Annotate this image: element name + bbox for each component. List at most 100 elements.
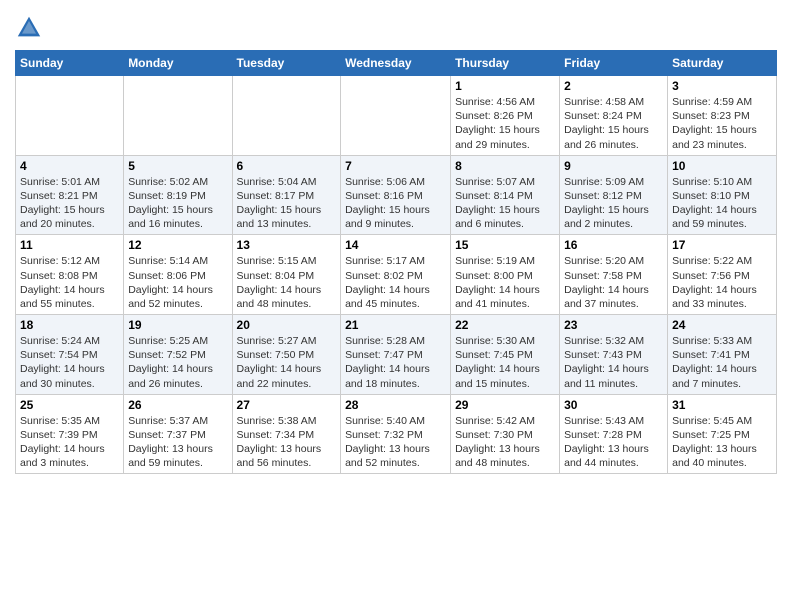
day-info: Sunrise: 5:10 AM Sunset: 8:10 PM Dayligh… [672, 175, 772, 232]
calendar-cell: 16Sunrise: 5:20 AM Sunset: 7:58 PM Dayli… [560, 235, 668, 315]
calendar-cell: 23 Sunrise: 5:32 AM Sunset: 7:43 PM Dayli… [560, 315, 668, 395]
calendar-cell: 2 Sunrise: 4:58 AM Sunset: 8:24 PM Daylig… [560, 76, 668, 156]
logo [15, 14, 47, 42]
page-header [15, 10, 777, 42]
calendar-cell: 26 Sunrise: 5:37 AM Sunset: 7:37 PM Dayli… [124, 394, 232, 474]
calendar-cell: 1Sunrise: 4:56 AM Sunset: 8:26 PM Daylig… [451, 76, 560, 156]
day-info: Sunrise: 5:37 AM Sunset: 7:37 PM Dayligh… [128, 414, 227, 471]
day-info: Sunrise: 5:19 AM Sunset: 8:00 PM Dayligh… [455, 254, 555, 311]
day-info: Sunrise: 5:45 AM Sunset: 7:25 PM Dayligh… [672, 414, 772, 471]
day-number: 14 [345, 238, 446, 252]
calendar-cell: 17 Sunrise: 5:22 AM Sunset: 7:56 PM Dayli… [668, 235, 777, 315]
calendar-cell: 10 Sunrise: 5:10 AM Sunset: 8:10 PM Dayli… [668, 155, 777, 235]
calendar-cell: 7 Sunrise: 5:06 AM Sunset: 8:16 PM Daylig… [341, 155, 451, 235]
calendar-cell: 14 Sunrise: 5:17 AM Sunset: 8:02 PM Dayli… [341, 235, 451, 315]
calendar-cell: 21Sunrise: 5:28 AM Sunset: 7:47 PM Dayli… [341, 315, 451, 395]
day-header-saturday: Saturday [668, 51, 777, 76]
day-info: Sunrise: 5:01 AM Sunset: 8:21 PM Dayligh… [20, 175, 119, 232]
day-info: Sunrise: 5:07 AM Sunset: 8:14 PM Dayligh… [455, 175, 555, 232]
day-number: 17 [672, 238, 772, 252]
day-info: Sunrise: 5:04 AM Sunset: 8:17 PM Dayligh… [237, 175, 337, 232]
calendar-cell: 31 Sunrise: 5:45 AM Sunset: 7:25 PM Dayli… [668, 394, 777, 474]
day-number: 22 [455, 318, 555, 332]
day-info: Sunrise: 5:30 AM Sunset: 7:45 PM Dayligh… [455, 334, 555, 391]
day-number: 24 [672, 318, 772, 332]
day-number: 2 [564, 79, 663, 93]
calendar-week-row: 4 Sunrise: 5:01 AM Sunset: 8:21 PM Daylig… [16, 155, 777, 235]
day-number: 13 [237, 238, 337, 252]
day-header-tuesday: Tuesday [232, 51, 341, 76]
day-header-friday: Friday [560, 51, 668, 76]
calendar-week-row: 25 Sunrise: 5:35 AM Sunset: 7:39 PM Dayli… [16, 394, 777, 474]
calendar-cell: 5 Sunrise: 5:02 AM Sunset: 8:19 PM Daylig… [124, 155, 232, 235]
calendar-cell: 22 Sunrise: 5:30 AM Sunset: 7:45 PM Dayli… [451, 315, 560, 395]
calendar-cell: 6 Sunrise: 5:04 AM Sunset: 8:17 PM Daylig… [232, 155, 341, 235]
calendar-cell: 28 Sunrise: 5:40 AM Sunset: 7:32 PM Dayli… [341, 394, 451, 474]
day-number: 31 [672, 398, 772, 412]
day-info: Sunrise: 5:20 AM Sunset: 7:58 PM Dayligh… [564, 254, 663, 311]
calendar-cell: 19Sunrise: 5:25 AM Sunset: 7:52 PM Dayli… [124, 315, 232, 395]
day-info: Sunrise: 5:02 AM Sunset: 8:19 PM Dayligh… [128, 175, 227, 232]
calendar-cell: 25 Sunrise: 5:35 AM Sunset: 7:39 PM Dayli… [16, 394, 124, 474]
day-info: Sunrise: 5:15 AM Sunset: 8:04 PM Dayligh… [237, 254, 337, 311]
calendar-cell: 11 Sunrise: 5:12 AM Sunset: 8:08 PM Dayli… [16, 235, 124, 315]
day-header-thursday: Thursday [451, 51, 560, 76]
day-number: 30 [564, 398, 663, 412]
day-info: Sunrise: 4:58 AM Sunset: 8:24 PM Dayligh… [564, 95, 663, 152]
day-info: Sunrise: 5:32 AM Sunset: 7:43 PM Dayligh… [564, 334, 663, 391]
calendar-cell [16, 76, 124, 156]
day-number: 20 [237, 318, 337, 332]
day-number: 8 [455, 159, 555, 173]
day-number: 21 [345, 318, 446, 332]
day-header-monday: Monday [124, 51, 232, 76]
day-info: Sunrise: 5:35 AM Sunset: 7:39 PM Dayligh… [20, 414, 119, 471]
day-info: Sunrise: 5:22 AM Sunset: 7:56 PM Dayligh… [672, 254, 772, 311]
calendar-cell: 15 Sunrise: 5:19 AM Sunset: 8:00 PM Dayli… [451, 235, 560, 315]
day-info: Sunrise: 5:33 AM Sunset: 7:41 PM Dayligh… [672, 334, 772, 391]
calendar-cell [232, 76, 341, 156]
day-info: Sunrise: 5:42 AM Sunset: 7:30 PM Dayligh… [455, 414, 555, 471]
day-number: 1 [455, 79, 555, 93]
day-number: 12 [128, 238, 227, 252]
day-header-wednesday: Wednesday [341, 51, 451, 76]
logo-icon [15, 14, 43, 42]
day-number: 4 [20, 159, 119, 173]
day-info: Sunrise: 5:38 AM Sunset: 7:34 PM Dayligh… [237, 414, 337, 471]
day-info: Sunrise: 5:14 AM Sunset: 8:06 PM Dayligh… [128, 254, 227, 311]
day-number: 9 [564, 159, 663, 173]
day-number: 10 [672, 159, 772, 173]
calendar-cell: 29 Sunrise: 5:42 AM Sunset: 7:30 PM Dayli… [451, 394, 560, 474]
day-info: Sunrise: 5:40 AM Sunset: 7:32 PM Dayligh… [345, 414, 446, 471]
day-info: Sunrise: 5:17 AM Sunset: 8:02 PM Dayligh… [345, 254, 446, 311]
calendar-week-row: 18 Sunrise: 5:24 AM Sunset: 7:54 PM Dayli… [16, 315, 777, 395]
day-info: Sunrise: 4:59 AM Sunset: 8:23 PM Dayligh… [672, 95, 772, 152]
day-info: Sunrise: 5:43 AM Sunset: 7:28 PM Dayligh… [564, 414, 663, 471]
day-number: 15 [455, 238, 555, 252]
day-number: 23 [564, 318, 663, 332]
day-number: 11 [20, 238, 119, 252]
day-info: Sunrise: 5:24 AM Sunset: 7:54 PM Dayligh… [20, 334, 119, 391]
calendar-cell: 4 Sunrise: 5:01 AM Sunset: 8:21 PM Daylig… [16, 155, 124, 235]
calendar-table: SundayMondayTuesdayWednesdayThursdayFrid… [15, 50, 777, 474]
calendar-cell: 30 Sunrise: 5:43 AM Sunset: 7:28 PM Dayli… [560, 394, 668, 474]
day-info: Sunrise: 5:12 AM Sunset: 8:08 PM Dayligh… [20, 254, 119, 311]
calendar-cell: 24 Sunrise: 5:33 AM Sunset: 7:41 PM Dayli… [668, 315, 777, 395]
day-number: 6 [237, 159, 337, 173]
calendar-cell: 27 Sunrise: 5:38 AM Sunset: 7:34 PM Dayli… [232, 394, 341, 474]
day-number: 25 [20, 398, 119, 412]
day-info: Sunrise: 5:06 AM Sunset: 8:16 PM Dayligh… [345, 175, 446, 232]
day-number: 28 [345, 398, 446, 412]
day-number: 5 [128, 159, 227, 173]
day-number: 7 [345, 159, 446, 173]
day-number: 27 [237, 398, 337, 412]
day-info: Sunrise: 5:27 AM Sunset: 7:50 PM Dayligh… [237, 334, 337, 391]
calendar-cell: 20 Sunrise: 5:27 AM Sunset: 7:50 PM Dayli… [232, 315, 341, 395]
day-number: 18 [20, 318, 119, 332]
calendar-cell: 18 Sunrise: 5:24 AM Sunset: 7:54 PM Dayli… [16, 315, 124, 395]
day-number: 29 [455, 398, 555, 412]
calendar-cell: 8 Sunrise: 5:07 AM Sunset: 8:14 PM Daylig… [451, 155, 560, 235]
day-number: 3 [672, 79, 772, 93]
day-number: 26 [128, 398, 227, 412]
calendar-header-row: SundayMondayTuesdayWednesdayThursdayFrid… [16, 51, 777, 76]
calendar-week-row: 1Sunrise: 4:56 AM Sunset: 8:26 PM Daylig… [16, 76, 777, 156]
